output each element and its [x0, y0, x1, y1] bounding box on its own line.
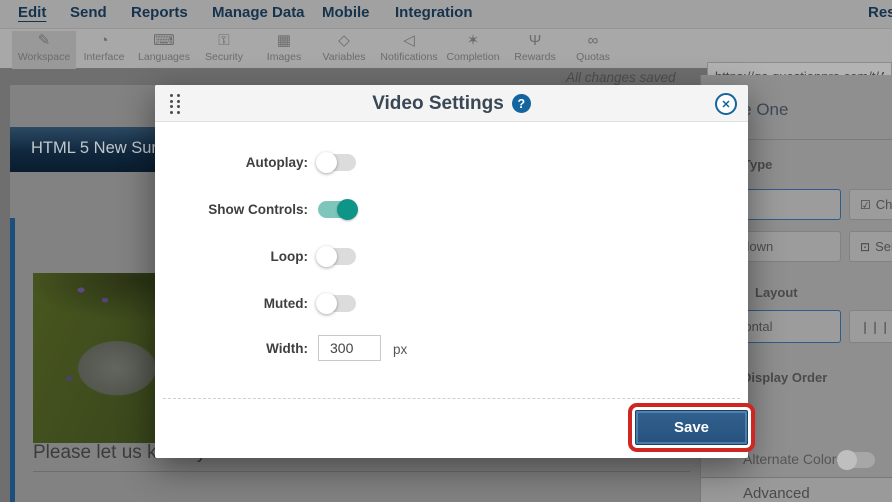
show-controls-row: Show Controls:	[155, 199, 748, 221]
width-input[interactable]	[318, 335, 381, 361]
alternate-colors-label: Alternate Colors	[743, 451, 844, 467]
quotas-chain-icon: ∞	[587, 32, 599, 49]
type-select-button[interactable]: ⊡ Select	[849, 231, 892, 262]
nav-edit[interactable]: Edit	[18, 4, 46, 21]
layout-vertical-button[interactable]: ❘❘❘ Vertical	[849, 310, 892, 343]
type-checkbox-button[interactable]: ☑ Checkbox	[849, 189, 892, 220]
autoplay-row: Autoplay:	[155, 152, 748, 174]
tool-notifications[interactable]: ◁ Notifications	[377, 31, 441, 69]
autosave-status: All changes saved	[566, 70, 676, 85]
tool-security[interactable]: ⚿ Security	[192, 31, 256, 69]
tool-completion[interactable]: ✶ Completion	[441, 31, 505, 69]
modal-title: Video Settings	[372, 92, 504, 114]
modal-header: Video Settings ? ✕	[155, 85, 748, 122]
width-label: Width:	[266, 341, 308, 356]
save-button[interactable]: Save	[635, 410, 748, 445]
loop-label: Loop:	[270, 249, 308, 264]
width-unit-label: px	[393, 342, 408, 357]
help-icon[interactable]: ?	[511, 94, 531, 113]
question-accent-bar	[10, 218, 15, 502]
nav-reports[interactable]: Reports	[131, 4, 188, 21]
images-icon: ▦	[276, 32, 292, 49]
display-order-label: Display Order	[742, 370, 828, 385]
nav-mobile[interactable]: Mobile	[322, 4, 370, 21]
show-controls-label: Show Controls:	[208, 202, 308, 217]
variables-tag-icon: ◇	[338, 32, 350, 49]
advanced-label: Advanced	[743, 485, 810, 502]
alternate-colors-toggle[interactable]	[837, 450, 875, 470]
tool-variables[interactable]: ◇ Variables	[312, 31, 376, 69]
loop-row: Loop:	[155, 246, 748, 268]
security-key-icon: ⚿	[218, 32, 230, 49]
tool-images[interactable]: ▦ Images	[252, 31, 316, 69]
nav-responses[interactable]: Resp	[868, 4, 892, 21]
completion-wand-icon: ✶	[466, 32, 480, 49]
languages-icon: ⌨	[153, 32, 175, 49]
toolbar: ✎ Workspace ◔ Interface ⌨ Languages ⚿ Se…	[0, 28, 892, 91]
footer-divider	[163, 398, 740, 399]
tool-interface[interactable]: ◔ Interface	[72, 31, 136, 69]
width-row: Width: px	[155, 335, 748, 361]
checkbox-icon: ☑	[860, 197, 871, 212]
close-icon[interactable]: ✕	[715, 93, 737, 115]
tool-rewards[interactable]: Ψ Rewards	[503, 31, 567, 69]
muted-toggle[interactable]	[316, 293, 356, 314]
nav-integration[interactable]: Integration	[395, 4, 473, 21]
rewards-trophy-icon: Ψ	[528, 32, 542, 49]
autoplay-label: Autoplay:	[245, 155, 308, 170]
interface-icon: ◔	[99, 32, 109, 49]
show-controls-toggle[interactable]	[318, 199, 358, 220]
save-highlight-ring: Save	[628, 403, 755, 452]
question-divider	[33, 471, 690, 472]
video-settings-modal: Video Settings ? ✕ Autoplay: Show Contro…	[155, 85, 755, 458]
tool-quotas[interactable]: ∞ Quotas	[561, 31, 625, 69]
nav-send[interactable]: Send	[70, 4, 107, 21]
advanced-section[interactable]: Advanced	[701, 478, 892, 502]
autoplay-toggle[interactable]	[316, 152, 356, 173]
top-nav: Edit Send Reports Manage Data Mobile Int…	[0, 0, 892, 28]
muted-label: Muted:	[263, 296, 308, 311]
nav-manage-data[interactable]: Manage Data	[212, 4, 305, 21]
questionpro-editor-screen: Edit Send Reports Manage Data Mobile Int…	[0, 0, 892, 502]
tool-languages[interactable]: ⌨ Languages	[132, 31, 196, 69]
loop-toggle[interactable]	[316, 246, 356, 267]
vertical-bars-icon: ❘❘❘	[860, 319, 891, 334]
notifications-megaphone-icon: ◁	[403, 32, 415, 49]
layout-section-label: Layout	[755, 285, 798, 300]
muted-row: Muted:	[155, 293, 748, 315]
workspace-icon: ✎	[37, 32, 51, 49]
tool-workspace[interactable]: ✎ Workspace	[12, 31, 76, 69]
select-box-icon: ⊡	[860, 239, 871, 254]
